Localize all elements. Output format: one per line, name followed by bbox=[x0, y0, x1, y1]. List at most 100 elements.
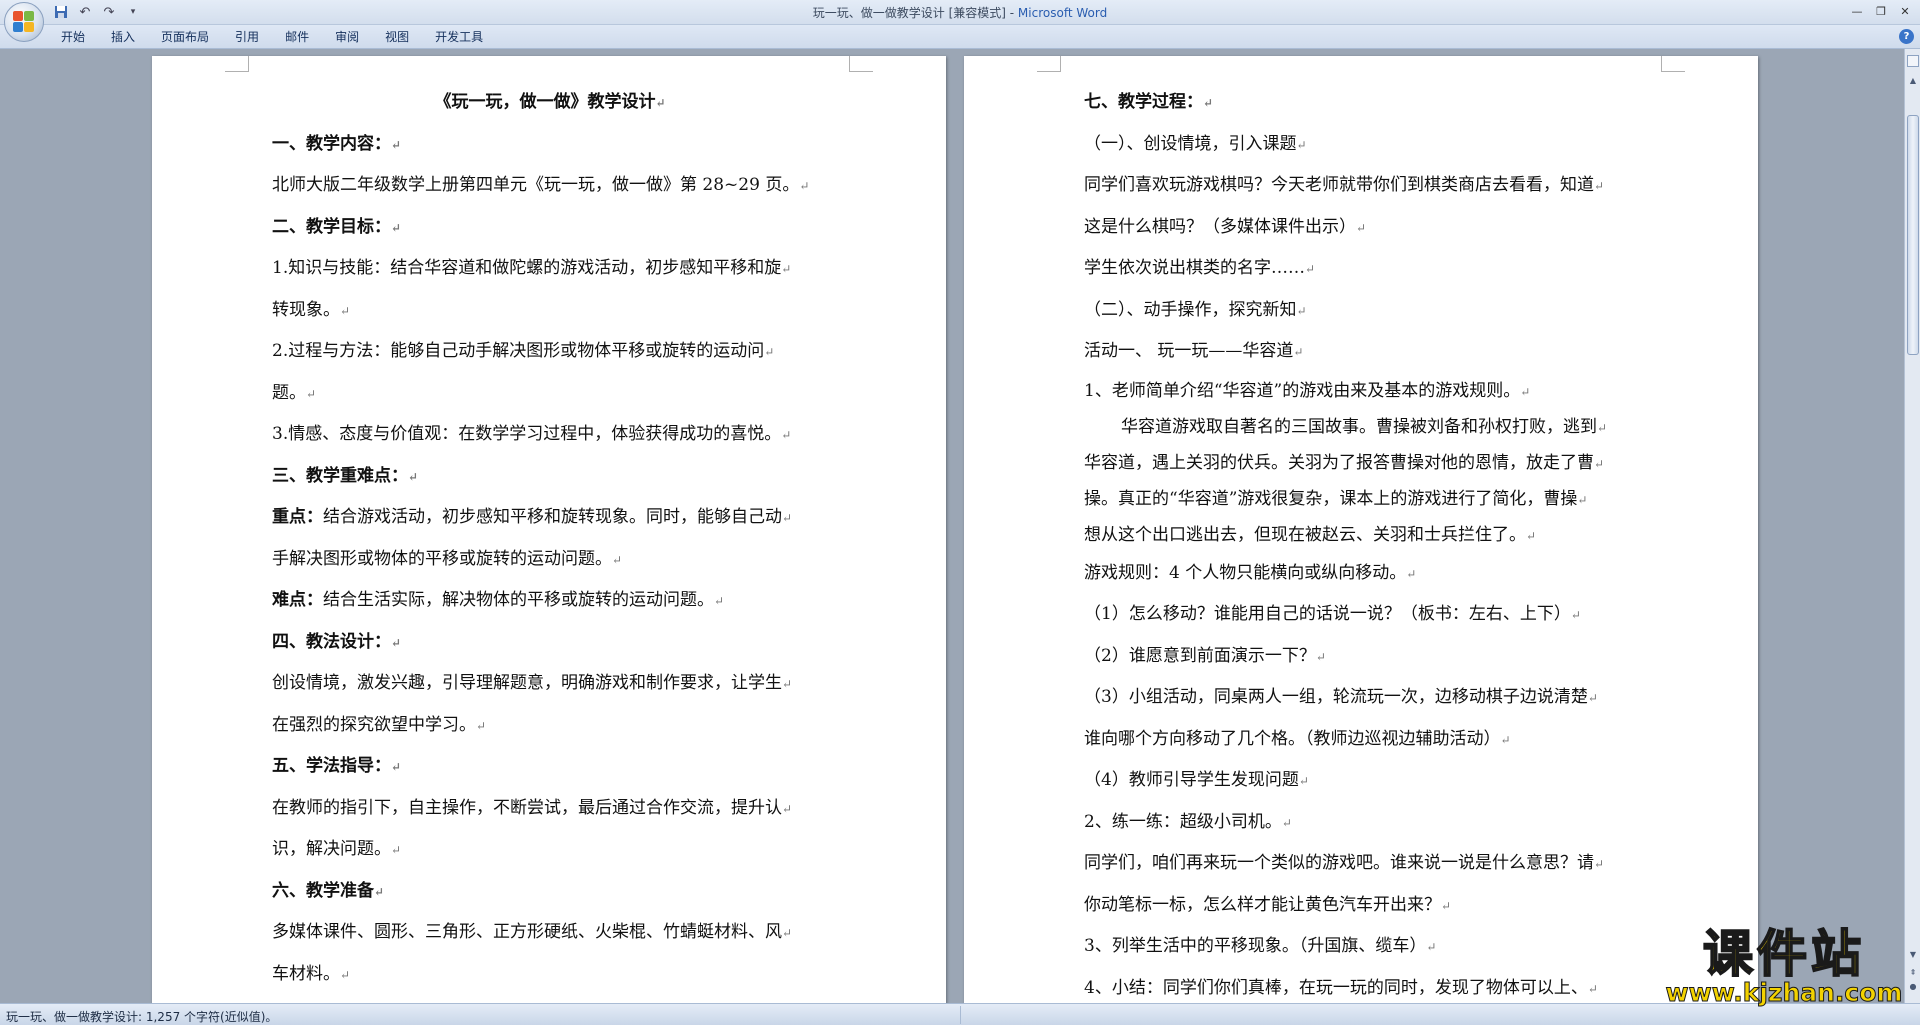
paragraph-line: 同学们，咱们再来玩一个类似的游戏吧。谁来说一说是什么意思？请↵ bbox=[1084, 843, 1640, 885]
paragraph-text: 你动笔标一标，怎么样才能让黄色汽车开出来？ bbox=[1084, 894, 1441, 915]
paragraph-line: （一）、创设情境，引入课题↵ bbox=[1084, 124, 1640, 166]
paragraph-text: 2.过程与方法：能够自己动手解决图形或物体平移或旋转的运动问 bbox=[272, 341, 765, 361]
paragraph-mark-icon: ↵ bbox=[655, 96, 666, 110]
paragraph-mark-icon: ↵ bbox=[1315, 649, 1326, 664]
paragraph-text: 想从这个出口逃出去，但现在被赵云、关羽和士兵拦住了。 bbox=[1084, 524, 1526, 545]
tab-developer[interactable]: 开发工具 bbox=[422, 29, 496, 45]
paragraph-text: 这是什么棋吗？（多媒体课件出示） bbox=[1084, 216, 1356, 237]
paragraph-line: （1）怎么移动？谁能用自己的话说一说？（板书：左右、上下）↵ bbox=[1084, 594, 1640, 636]
paragraph-line: 三、教学重难点：↵ bbox=[272, 456, 828, 498]
paragraph-line: 操。真正的“华容道”游戏很复杂，课本上的游戏进行了简化，曹操↵ bbox=[1084, 481, 1640, 517]
restore-icon[interactable]: ❐ bbox=[1870, 2, 1892, 20]
view-ruler-button[interactable] bbox=[1907, 55, 1919, 67]
paragraph-text: 同学们，咱们再来玩一个类似的游戏吧。谁来说一说是什么意思？请 bbox=[1084, 853, 1594, 873]
paragraph-mark-icon: ↵ bbox=[1500, 732, 1511, 747]
office-logo-icon bbox=[13, 11, 35, 33]
paragraph-mark-icon: ↵ bbox=[391, 635, 402, 650]
scrollbar-thumb[interactable] bbox=[1907, 115, 1919, 355]
paragraph-mark-icon: ↵ bbox=[391, 220, 402, 235]
paragraph-mark-icon: ↵ bbox=[1441, 898, 1452, 913]
paragraph-text: 3、列举生活中的平移现象。（升国旗、缆车） bbox=[1084, 936, 1427, 956]
paragraph-mark-icon: ↵ bbox=[1406, 566, 1417, 581]
status-word-count[interactable]: 玩一玩、做一做教学设计: 1,257 个字符(近似值)。 bbox=[6, 1008, 277, 1025]
page-right[interactable]: 七、教学过程：↵ （一）、创设情境，引入课题↵ 同学们喜欢玩游戏棋吗？今天老师就带你… bbox=[964, 56, 1758, 1003]
paragraph-line: 在强烈的探究欲望中学习。↵ bbox=[272, 705, 828, 747]
paragraph-line: 谁向哪个方向移动了几个格。（教师边巡视边辅助活动）↵ bbox=[1084, 719, 1640, 761]
paragraph-mark-icon: ↵ bbox=[1305, 262, 1316, 276]
paragraph-line: （二）、动手操作，探究新知↵ bbox=[1084, 290, 1640, 332]
paragraph-line: 五、学法指导：↵ bbox=[272, 746, 828, 788]
paragraph-mark-icon: ↵ bbox=[781, 262, 792, 276]
paragraph-mark-icon: ↵ bbox=[391, 760, 402, 774]
paragraph-text: 华容道游戏取自著名的三国故事。曹操被刘备和孙权打败，逃到 bbox=[1121, 416, 1597, 437]
vertical-scrollbar[interactable]: ▲ ▼ ⇞ ● bbox=[1904, 49, 1920, 1003]
paragraph-text: 华容道，遇上关羽的伏兵。关羽为了报答曹操对他的恩情，放走了曹 bbox=[1084, 452, 1594, 473]
paragraph-mark-icon: ↵ bbox=[1594, 857, 1605, 871]
paragraph-line: （3）小组活动，同桌两人一组，轮流玩一次，边移动棋子边说清楚↵ bbox=[1084, 677, 1640, 719]
paragraph-mark-icon: ↵ bbox=[476, 718, 487, 733]
paragraph-line: 创设情境，激发兴趣，引导理解题意，明确游戏和制作要求，让学生↵ bbox=[272, 663, 828, 705]
paragraph-mark-icon: ↵ bbox=[1520, 384, 1531, 399]
help-icon[interactable]: ? bbox=[1899, 29, 1914, 44]
paragraph-text: 操。真正的“华容道”游戏很复杂，课本上的游戏进行了简化，曹操 bbox=[1084, 488, 1578, 509]
paragraph-line: 在教师的指引下，自主操作，不断尝试，最后通过合作交流，提升认↵ bbox=[272, 788, 828, 830]
paragraph-text: 在教师的指引下，自主操作，不断尝试，最后通过合作交流，提升认 bbox=[272, 797, 782, 818]
paragraph-mark-icon: ↵ bbox=[714, 594, 725, 608]
paragraph-text: 活动一、 玩一玩——华容道 bbox=[1084, 341, 1294, 361]
margin-corner bbox=[1037, 56, 1061, 72]
paragraph-mark-icon: ↵ bbox=[1356, 220, 1367, 235]
tab-mailings[interactable]: 邮件 bbox=[272, 29, 322, 45]
page-right-content[interactable]: 七、教学过程：↵ （一）、创设情境，引入课题↵ 同学们喜欢玩游戏棋吗？今天老师就带你… bbox=[1084, 82, 1640, 1003]
paragraph-text: 七、教学过程： bbox=[1084, 92, 1203, 112]
paragraph-text: 创设情境，激发兴趣，引导理解题意，明确游戏和制作要求，让学生 bbox=[272, 673, 782, 693]
paragraph-line: （2）谁愿意到前面演示一下？↵ bbox=[1084, 636, 1640, 678]
paragraph-text: （4）教师引导学生发现问题 bbox=[1084, 770, 1299, 790]
margin-corner bbox=[225, 56, 249, 72]
previous-page-icon[interactable]: ⇞ bbox=[1907, 967, 1919, 979]
paragraph-text: 结合游戏活动，初步感知平移和旋转现象。同时，能够自己动 bbox=[323, 507, 782, 527]
paragraph-line: 车材料。↵ bbox=[272, 954, 828, 996]
scroll-down-icon[interactable]: ▼ bbox=[1907, 949, 1919, 961]
paragraph-line: 七、教学过程：↵ bbox=[1084, 82, 1640, 124]
tab-insert[interactable]: 插入 bbox=[98, 29, 148, 45]
paragraph-text: 3.情感、态度与价值观：在数学学习过程中，体验获得成功的喜悦。 bbox=[272, 424, 782, 444]
paragraph-text: （3）小组活动，同桌两人一组，轮流玩一次，边移动棋子边说清楚 bbox=[1084, 687, 1588, 707]
tab-home[interactable]: 开始 bbox=[48, 29, 98, 45]
paragraph-line: 华容道游戏取自著名的三国故事。曹操被刘备和孙权打败，逃到↵ bbox=[1084, 409, 1640, 445]
paragraph-text: 转现象。 bbox=[272, 299, 340, 320]
close-icon[interactable]: ✕ bbox=[1894, 2, 1916, 20]
paragraph-text: 在强烈的探究欲望中学习。 bbox=[272, 714, 476, 735]
paragraph-mark-icon: ↵ bbox=[1293, 345, 1304, 359]
tab-view[interactable]: 视图 bbox=[372, 29, 422, 45]
paragraph-line: 同学们喜欢玩游戏棋吗？今天老师就带你们到棋类商店去看看，知道↵ bbox=[1084, 165, 1640, 207]
paragraph-line: 转现象。↵ bbox=[272, 290, 828, 332]
paragraph-label: 难点： bbox=[272, 590, 323, 610]
paragraph-mark-icon: ↵ bbox=[1281, 815, 1292, 830]
tab-references[interactable]: 引用 bbox=[222, 29, 272, 45]
watermark-url: www.kjzhan.com bbox=[1665, 978, 1903, 1007]
paragraph-line: 难点：结合生活实际，解决物体的平移或旋转的运动问题。↵ bbox=[272, 580, 828, 622]
scroll-up-icon[interactable]: ▲ bbox=[1907, 75, 1919, 87]
paragraph-line: 重点：结合游戏活动，初步感知平移和旋转现象。同时，能够自己动↵ bbox=[272, 497, 828, 539]
minimize-icon[interactable]: — bbox=[1846, 2, 1868, 20]
paragraph-text: 同学们喜欢玩游戏棋吗？今天老师就带你们到棋类商店去看看，知道 bbox=[1084, 175, 1594, 195]
paragraph-line: 2.过程与方法：能够自己动手解决图形或物体平移或旋转的运动问↵ bbox=[272, 331, 828, 373]
paragraph-text: 手解决图形或物体的平移或旋转的运动问题。 bbox=[272, 548, 612, 569]
tab-page-layout[interactable]: 页面布局 bbox=[148, 29, 222, 45]
paragraph-line: 题。↵ bbox=[272, 373, 828, 415]
paragraph-line: 1.知识与技能：结合华容道和做陀螺的游戏活动，初步感知平移和旋↵ bbox=[272, 248, 828, 290]
paragraph-mark-icon: ↵ bbox=[391, 843, 402, 857]
select-browse-object-icon[interactable]: ● bbox=[1907, 981, 1919, 993]
paragraph-line: 手解决图形或物体的平移或旋转的运动问题。↵ bbox=[272, 539, 828, 581]
paragraph-line: 四、教法设计：↵ bbox=[272, 622, 828, 664]
paragraph-mark-icon: ↵ bbox=[1570, 608, 1581, 622]
status-divider bbox=[960, 1006, 961, 1024]
document-area: 《玩一玩，做一做》教学设计↵ 一、教学内容：↵ 北师大版二年级数学上册第四单元《玩… bbox=[0, 49, 1904, 1003]
paragraph-text: 一、教学内容： bbox=[272, 133, 391, 154]
paragraph-mark-icon: ↵ bbox=[782, 801, 793, 816]
margin-corner bbox=[1661, 56, 1685, 72]
page-left-content[interactable]: 《玩一玩，做一做》教学设计↵ 一、教学内容：↵ 北师大版二年级数学上册第四单元《玩… bbox=[272, 82, 828, 995]
page-left[interactable]: 《玩一玩，做一做》教学设计↵ 一、教学内容：↵ 北师大版二年级数学上册第四单元《玩… bbox=[152, 56, 946, 1003]
office-button[interactable] bbox=[4, 2, 44, 42]
tab-review[interactable]: 审阅 bbox=[322, 29, 372, 45]
